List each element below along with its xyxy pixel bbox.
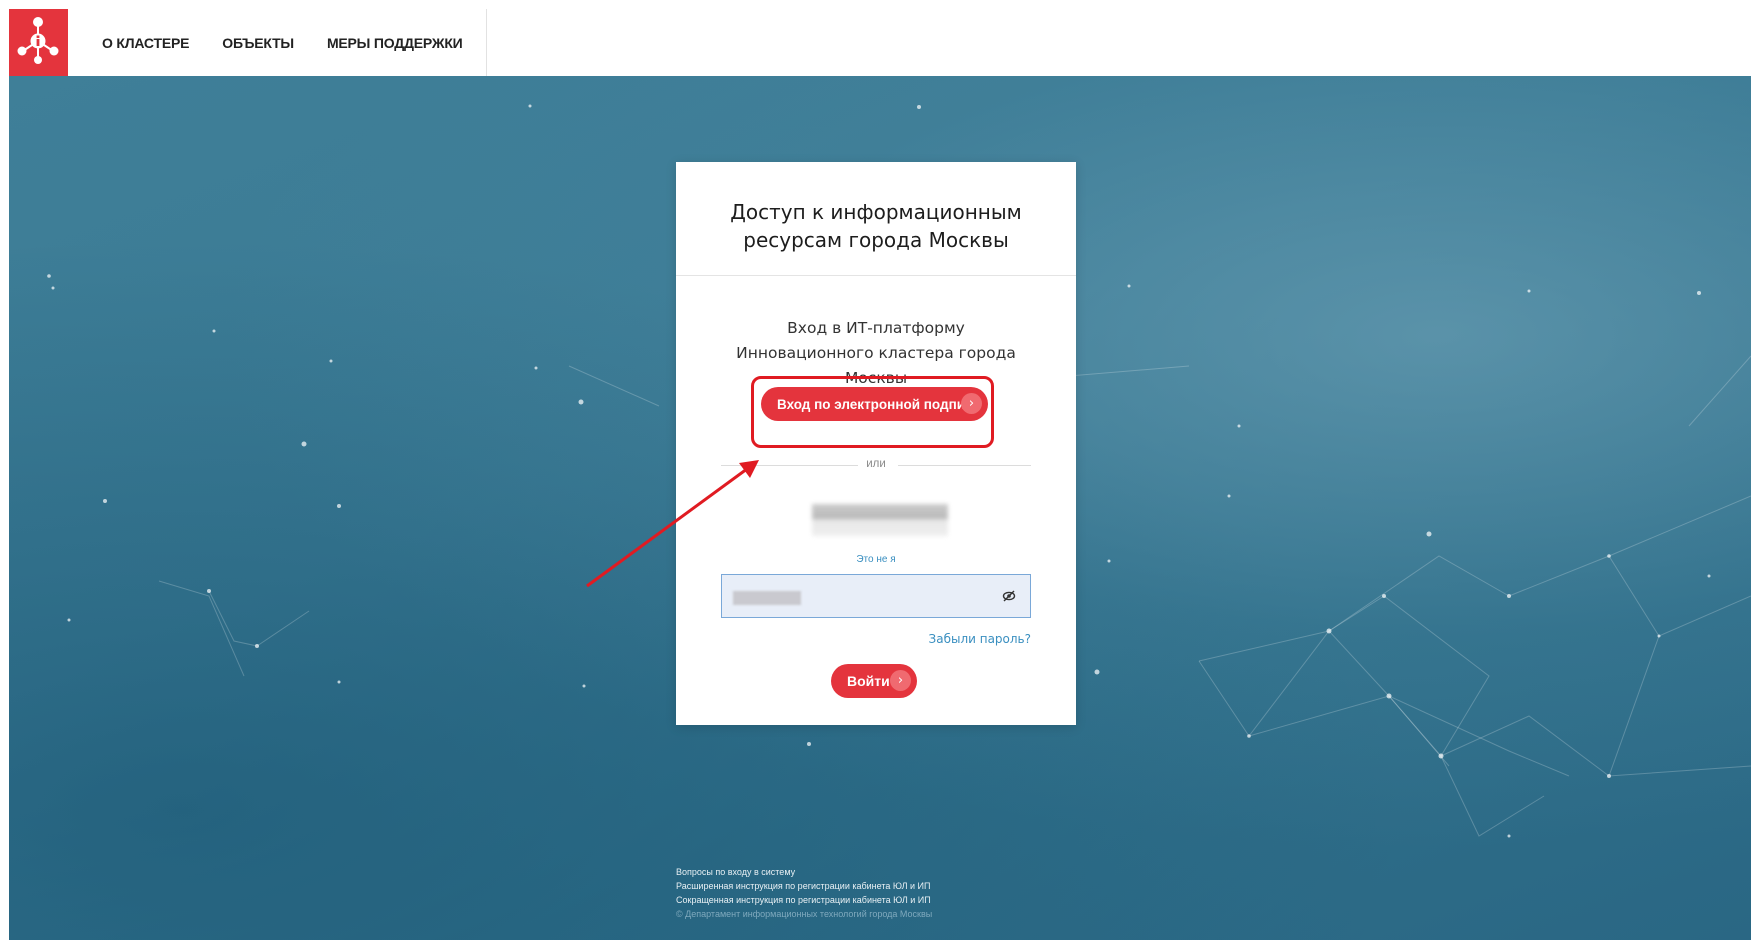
login-title: Доступ к информационным ресурсам города … [730,200,1022,252]
footer-copyright: © Департамент информационных технологий … [676,909,933,919]
eye-slash-icon[interactable] [1002,589,1016,603]
title-divider [676,275,1076,276]
footer-link-short-instructions[interactable]: Сокращенная инструкция по регистрации ка… [676,893,932,907]
top-navigation: О КЛАСТЕРЕ ОБЪЕКТЫ МЕРЫ ПОДДЕРЖКИ [9,9,1751,76]
main-nav: О КЛАСТЕРЕ ОБЪЕКТЫ МЕРЫ ПОДДЕРЖКИ [68,9,487,76]
login-subtitle: Вход в ИТ-платформу Инновационного класт… [736,319,1016,387]
page: О КЛАСТЕРЕ ОБЪЕКТЫ МЕРЫ ПОДДЕРЖКИ Доступ… [9,9,1751,940]
user-name-redacted [812,504,948,536]
login-card: Доступ к информационным ресурсам города … [676,162,1076,725]
signature-login-button[interactable]: Вход по электронной подписи › [761,387,988,421]
chevron-right-icon: › [961,393,982,414]
footer-link-extended-instructions[interactable]: Расширенная инструкция по регистрации ка… [676,879,932,893]
footer-links: Вопросы по входу в систему Расширенная и… [676,865,932,921]
login-button[interactable]: Войти › [831,664,917,698]
chevron-right-icon: › [890,670,911,691]
or-separator-text: или [866,458,886,470]
signature-login-label: Вход по электронной подписи [777,396,981,412]
network-info-icon [17,17,59,64]
login-button-label: Войти [847,673,890,689]
password-value-redacted [733,591,801,605]
nav-item-objects[interactable]: ОБЪЕКТЫ [222,35,294,51]
forgot-password-link[interactable]: Забыли пароль? [929,632,1031,646]
footer-link-login-questions[interactable]: Вопросы по входу в систему [676,865,932,879]
password-input[interactable] [721,574,1031,618]
nav-item-about-cluster[interactable]: О КЛАСТЕРЕ [102,35,189,51]
nav-item-support-measures[interactable]: МЕРЫ ПОДДЕРЖКИ [327,35,463,51]
logo[interactable] [9,9,68,76]
not-me-link[interactable]: Это не я [676,554,1076,565]
